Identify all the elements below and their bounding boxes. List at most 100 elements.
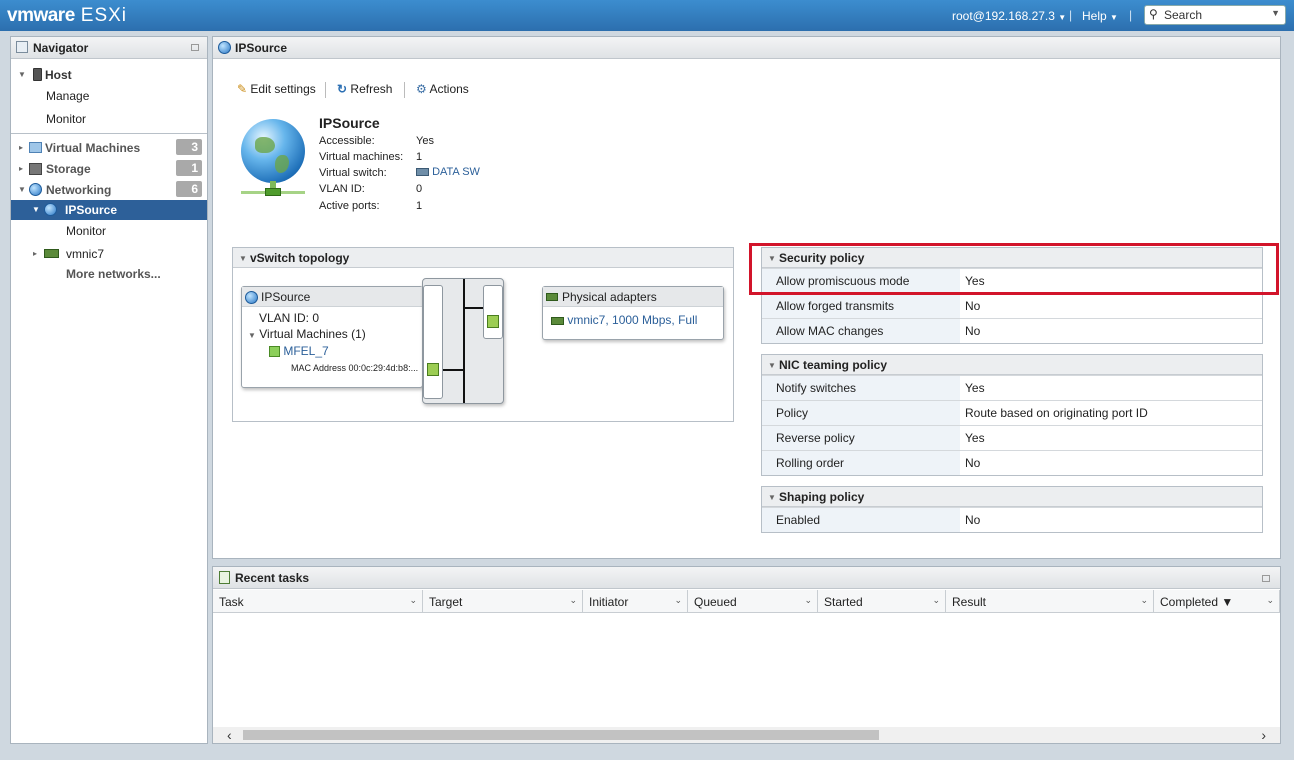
chevron-down-icon[interactable]: ⌄ bbox=[569, 595, 577, 606]
column-header-task[interactable]: Task ⌄ bbox=[213, 590, 423, 613]
vswitch-topology-header[interactable]: ▼ vSwitch topology bbox=[233, 248, 733, 268]
chevron-down-icon[interactable]: ⌄ bbox=[804, 595, 812, 606]
refresh-icon: ↻ bbox=[337, 82, 348, 96]
virtual-machines-label: Virtual machines: bbox=[319, 151, 404, 163]
page-title: IPSource bbox=[235, 41, 288, 55]
actions-label: Actions bbox=[429, 82, 469, 96]
chevron-down-icon[interactable]: ⌄ bbox=[409, 595, 417, 606]
nav-more-networks[interactable]: More networks... bbox=[11, 264, 207, 284]
vmware-logo[interactable]: vmware ESXi bbox=[7, 5, 127, 27]
column-header-completed[interactable]: Completed ▼ ⌄ bbox=[1154, 590, 1280, 613]
expand-right-icon[interactable]: ▸ bbox=[19, 143, 23, 152]
column-label: Task bbox=[219, 595, 244, 609]
policy-value: No bbox=[965, 324, 981, 338]
table-row: Rolling order No bbox=[762, 450, 1262, 475]
nav-storage[interactable]: ▸ Storage 1 bbox=[11, 159, 207, 179]
nic-teaming-policy-header[interactable]: ▼ NIC teaming policy bbox=[762, 355, 1262, 375]
search-input[interactable]: ⚲ Search ▼ bbox=[1144, 5, 1286, 25]
nav-host-label: Host bbox=[45, 68, 72, 82]
chevron-down-icon[interactable]: ⌄ bbox=[932, 595, 940, 606]
separator: | bbox=[1129, 8, 1133, 22]
help-menu[interactable]: Help ▼ bbox=[1082, 9, 1118, 23]
edit-settings-button[interactable]: ✎ Edit settings bbox=[237, 82, 316, 96]
scroll-left-icon[interactable]: ‹ bbox=[227, 727, 232, 743]
vswitch-bus-line bbox=[463, 279, 465, 403]
physical-adapters-title: Physical adapters bbox=[562, 290, 657, 304]
user-label: root@192.168.27.3 bbox=[952, 9, 1055, 23]
expand-down-icon[interactable]: ▼ bbox=[18, 185, 26, 194]
column-header-started[interactable]: Started ⌄ bbox=[818, 590, 946, 613]
nic-icon bbox=[44, 249, 59, 258]
collapse-icon[interactable]: ▼ bbox=[768, 493, 776, 502]
nic-teaming-policy-section: ▼ NIC teaming policy Notify switches Yes … bbox=[761, 354, 1263, 476]
scrollbar-thumb[interactable] bbox=[243, 730, 879, 740]
search-placeholder: Search bbox=[1164, 8, 1203, 22]
minimize-icon[interactable] bbox=[1262, 575, 1270, 582]
chevron-down-icon[interactable]: ⌄ bbox=[1140, 595, 1148, 606]
port-group-icon bbox=[44, 203, 57, 216]
chevron-down-icon[interactable]: ⌄ bbox=[674, 595, 682, 606]
chevron-down-icon[interactable]: ⌄ bbox=[1266, 595, 1274, 606]
vm-name-link: MFEL_7 bbox=[283, 344, 329, 358]
chevron-down-icon: ▼ bbox=[1110, 13, 1118, 22]
virtual-switch-value: DATA SW bbox=[432, 166, 480, 178]
nav-ipsource-monitor-label: Monitor bbox=[66, 224, 107, 238]
active-ports-label: Active ports: bbox=[319, 200, 380, 212]
nic-teaming-policy-title: NIC teaming policy bbox=[779, 358, 888, 372]
policy-key: Notify switches bbox=[762, 376, 960, 400]
expand-down-icon[interactable]: ▼ bbox=[32, 205, 40, 214]
column-header-result[interactable]: Result ⌄ bbox=[946, 590, 1154, 613]
vlan-label: VLAN ID: 0 bbox=[259, 311, 320, 325]
column-header-initiator[interactable]: Initiator ⌄ bbox=[583, 590, 688, 613]
active-ports-value: 1 bbox=[416, 200, 423, 212]
divider bbox=[11, 133, 207, 134]
virtual-switch-link[interactable]: DATA SW bbox=[416, 166, 480, 178]
nav-virtual-machines[interactable]: ▸ Virtual Machines 3 bbox=[11, 138, 207, 158]
shaping-policy-title: Shaping policy bbox=[779, 490, 865, 504]
actions-button[interactable]: ⚙ Actions bbox=[416, 82, 469, 96]
collapse-icon[interactable]: ▼ bbox=[768, 361, 776, 370]
physical-adapters-card-header: Physical adapters bbox=[543, 287, 723, 307]
virtual-machines-icon bbox=[29, 142, 42, 153]
chevron-down-icon[interactable]: ▼ bbox=[1271, 8, 1280, 18]
nav-storage-label: Storage bbox=[46, 162, 91, 176]
expand-right-icon[interactable]: ▸ bbox=[19, 164, 23, 173]
physical-nic-entry[interactable]: vmnic7, 1000 Mbps, Full bbox=[551, 313, 697, 327]
nav-ipsource-monitor[interactable]: Monitor bbox=[11, 221, 207, 241]
nav-vmnic7[interactable]: ▸ vmnic7 bbox=[11, 244, 207, 264]
vswitch-diagram bbox=[422, 278, 504, 404]
virtual-machines-group[interactable]: ▼ Virtual Machines (1) bbox=[248, 327, 366, 341]
nav-ipsource[interactable]: ▼ IPSource bbox=[11, 200, 207, 220]
edit-settings-label: Edit settings bbox=[250, 82, 316, 96]
scroll-right-icon[interactable]: › bbox=[1261, 727, 1266, 743]
column-header-target[interactable]: Target ⌄ bbox=[423, 590, 583, 613]
policy-value: No bbox=[965, 513, 981, 527]
expand-down-icon[interactable]: ▼ bbox=[18, 70, 26, 79]
nav-host[interactable]: ▼ Host bbox=[11, 65, 207, 85]
connector-line bbox=[443, 369, 463, 371]
nav-monitor[interactable]: Monitor bbox=[11, 109, 207, 129]
main-header: IPSource bbox=[213, 37, 1280, 59]
vm-icon bbox=[269, 346, 280, 358]
shaping-policy-header[interactable]: ▼ Shaping policy bbox=[762, 487, 1262, 507]
nav-manage[interactable]: Manage bbox=[11, 86, 207, 106]
network-name: IPSource bbox=[319, 115, 380, 131]
nav-more-networks-label: More networks... bbox=[66, 267, 161, 281]
virtual-machines-value: 1 bbox=[416, 151, 423, 163]
user-menu[interactable]: root@192.168.27.3 ▼ bbox=[952, 9, 1066, 23]
vm-entry[interactable]: MFEL_7 bbox=[269, 344, 329, 358]
column-header-queued[interactable]: Queued ⌄ bbox=[688, 590, 818, 613]
policy-key: Rolling order bbox=[762, 451, 960, 475]
collapse-icon[interactable]: ▼ bbox=[248, 331, 256, 340]
search-icon: ⚲ bbox=[1149, 7, 1158, 21]
expand-right-icon[interactable]: ▸ bbox=[33, 249, 37, 258]
refresh-button[interactable]: ↻ Refresh bbox=[337, 82, 392, 96]
networking-icon bbox=[29, 183, 42, 196]
navigator-header: Navigator bbox=[11, 37, 207, 59]
horizontal-scrollbar[interactable]: ‹ › bbox=[213, 727, 1280, 743]
minimize-icon[interactable] bbox=[191, 44, 199, 51]
collapse-icon[interactable]: ▼ bbox=[239, 254, 247, 263]
vlan-id-label: VLAN ID: bbox=[319, 183, 365, 195]
mac-address: MAC Address 00:0c:29:4d:b8:... bbox=[291, 363, 419, 373]
nav-networking[interactable]: ▼ Networking 6 bbox=[11, 180, 207, 200]
